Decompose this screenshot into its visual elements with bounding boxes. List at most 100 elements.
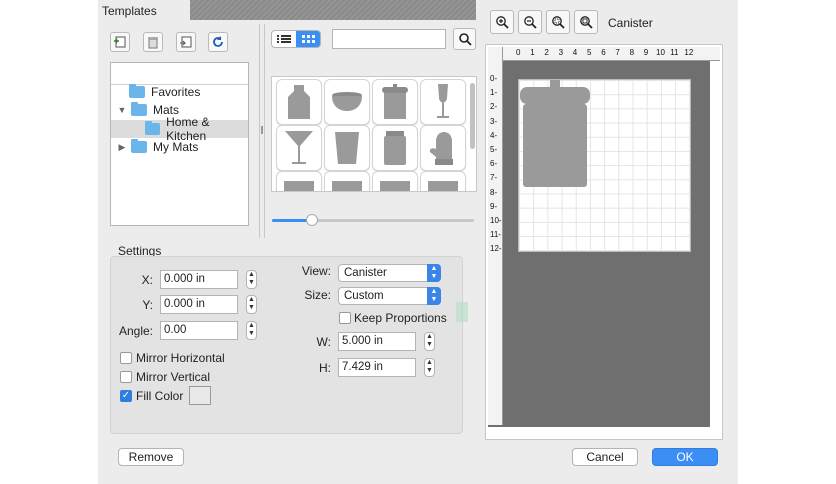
view-toggle <box>271 30 321 48</box>
cancel-button[interactable]: Cancel <box>572 448 638 466</box>
splitter-handle[interactable] <box>261 126 263 134</box>
sheet-icon <box>380 181 410 191</box>
ruler-top-tick: 8 <box>629 48 635 57</box>
ruler-left-tick: 0- <box>490 74 498 83</box>
ruler-left-tick: 1- <box>490 88 498 98</box>
delete-button[interactable] <box>143 32 163 52</box>
template-tile-sheet-1[interactable] <box>276 171 322 191</box>
ruler-top-tick: 1 <box>530 48 535 57</box>
zoom-actual-button[interactable] <box>574 10 598 34</box>
zoom-fit-button[interactable] <box>546 10 570 34</box>
trash-icon <box>148 37 158 49</box>
gallery-scrollbar[interactable] <box>470 83 475 149</box>
ruler-left-tick: 11- <box>490 230 501 240</box>
mirror-vertical-checkbox[interactable] <box>120 371 132 383</box>
import-button[interactable] <box>176 32 196 52</box>
template-tile-sheet-2[interactable] <box>324 171 370 191</box>
folder-icon <box>129 84 145 98</box>
mirror-horizontal-checkbox[interactable] <box>120 352 132 364</box>
fill-color-swatch[interactable] <box>189 386 211 405</box>
ruler-left-tick: 8- <box>490 187 498 197</box>
tree-item-favorites[interactable]: Favorites <box>129 83 200 101</box>
tree-item-home-kitchen[interactable]: Home & Kitchen <box>111 115 248 143</box>
canister-icon <box>382 84 408 119</box>
chevron-updown-icon: ▲ ▼ <box>427 287 441 305</box>
ruler-top-tick: 10 <box>656 48 665 57</box>
x-label: X: <box>141 273 153 287</box>
template-tile-tumbler[interactable] <box>324 125 370 171</box>
thumbnail-size-slider[interactable] <box>272 214 474 226</box>
folder-icon <box>131 139 147 153</box>
splitter[interactable] <box>264 24 265 238</box>
size-select-value: Custom <box>344 290 384 302</box>
martini-glass-icon <box>285 131 313 164</box>
fill-color-label: Fill Color <box>136 389 184 403</box>
y-field[interactable]: 0.000 in <box>160 295 238 314</box>
zoom-out-button[interactable] <box>518 10 542 34</box>
angle-stepper[interactable]: ▲ ▼ <box>246 321 257 340</box>
zoom-out-icon <box>524 16 537 29</box>
tree-item-my-mats[interactable]: ▶ My Mats <box>117 138 198 156</box>
search-button[interactable] <box>453 28 476 50</box>
zoom-in-button[interactable] <box>490 10 514 34</box>
search-input[interactable] <box>332 29 446 49</box>
keep-proportions-label: Keep Proportions <box>354 311 447 325</box>
watermark-logo <box>456 302 468 322</box>
ruler-left-tick: 6- <box>490 159 498 169</box>
disclosure-closed-icon[interactable]: ▶ <box>117 142 127 153</box>
ruler-left-tick: 12- <box>490 244 502 254</box>
search-icon <box>458 33 472 46</box>
splitter[interactable] <box>259 24 260 238</box>
tumbler-icon <box>335 132 359 164</box>
ruler-left-tick: 3- <box>490 116 498 126</box>
width-stepper[interactable]: ▲ ▼ <box>424 332 435 351</box>
new-template-button[interactable] <box>110 32 130 52</box>
bowl-icon <box>332 92 362 111</box>
list-view-button[interactable] <box>272 31 296 47</box>
angle-label: Angle: <box>118 324 153 338</box>
disclosure-open-icon[interactable]: ▼ <box>117 105 127 115</box>
grid-view-button[interactable] <box>296 31 320 47</box>
grid-view-icon <box>302 35 315 43</box>
fill-color-checkbox[interactable]: ✓ <box>120 390 132 402</box>
ruler-top-tick: 0 <box>516 48 521 57</box>
template-tile-martini[interactable] <box>276 125 322 171</box>
view-label: View: <box>301 264 331 278</box>
apron-icon <box>288 85 310 119</box>
ruler-top-tick: 2 <box>544 48 549 57</box>
ruler-top-tick: 6 <box>601 48 606 57</box>
width-field[interactable]: 5.000 in <box>338 332 416 351</box>
canister-shape[interactable] <box>520 80 592 190</box>
x-stepper[interactable]: ▲ ▼ <box>246 270 257 289</box>
template-tile-sheet-3[interactable] <box>372 171 418 191</box>
remove-button[interactable]: Remove <box>118 448 184 466</box>
y-stepper[interactable]: ▲ ▼ <box>246 295 257 314</box>
view-select-value: Canister <box>344 267 387 279</box>
list-view-icon <box>277 35 291 43</box>
mirror-horizontal-label: Mirror Horizontal <box>136 351 225 365</box>
size-select[interactable]: Custom ▲ ▼ <box>338 287 441 305</box>
template-tile-wine-glass[interactable] <box>420 79 466 125</box>
folder-icon <box>131 102 147 116</box>
template-tile-sheet-4[interactable] <box>420 171 466 191</box>
template-tile-bowl[interactable] <box>324 79 370 125</box>
x-field[interactable]: 0.000 in <box>160 270 238 289</box>
refresh-button[interactable] <box>208 32 228 52</box>
mat-preview: 0 1 2 3 4 5 6 7 8 9 10 11 12 0- 1- 2- 3- 4- 5- 6- 7- 8- 9- 10-… <box>485 44 723 440</box>
template-tile-apron[interactable] <box>276 79 322 125</box>
view-select[interactable]: Canister ▲ ▼ <box>338 264 441 282</box>
height-field[interactable]: 7.429 in <box>338 358 416 377</box>
h-label: H: <box>319 361 331 375</box>
angle-field[interactable]: 0.00 <box>160 321 238 340</box>
template-tile-oven-mitt[interactable] <box>420 125 466 171</box>
oven-mitt-icon <box>429 132 453 165</box>
template-tile-canister[interactable] <box>372 79 418 125</box>
zoom-fit-icon <box>552 16 565 29</box>
ruler-top-tick: 3 <box>558 48 564 57</box>
ruler-left-tick: 9- <box>490 201 498 211</box>
template-tile-jar[interactable] <box>372 125 418 171</box>
keep-proportions-checkbox[interactable] <box>339 312 351 324</box>
ok-button[interactable]: OK <box>652 448 718 466</box>
title-bar <box>190 0 476 20</box>
height-stepper[interactable]: ▲ ▼ <box>424 358 435 377</box>
